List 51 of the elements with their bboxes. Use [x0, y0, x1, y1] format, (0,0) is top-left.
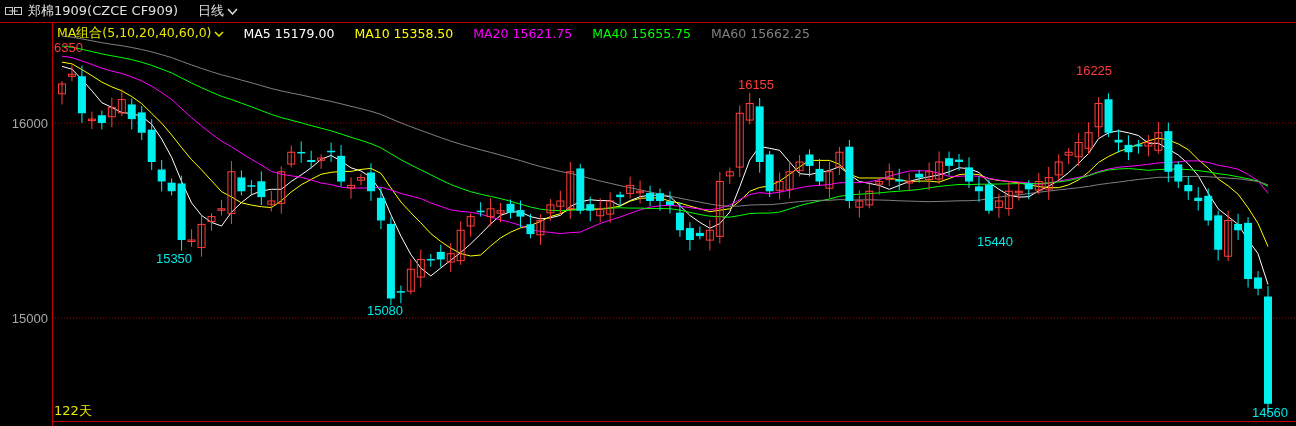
- candlestick: [297, 140, 306, 164]
- candlestick: [536, 213, 545, 246]
- candlestick: [905, 172, 914, 192]
- chevron-down-icon[interactable]: [227, 7, 238, 15]
- candlestick: [984, 179, 993, 215]
- candlestick: [1184, 175, 1193, 201]
- candlestick: [805, 148, 814, 178]
- candlestick: [317, 153, 326, 170]
- candlestick: [1094, 96, 1103, 138]
- ma-group-dropdown[interactable]: MA组合(5,10,20,40,60,0): [57, 25, 212, 42]
- contract-title: 郑棉1909(CZCE CF909): [28, 2, 178, 20]
- candlestick: [1024, 179, 1033, 200]
- moving-average-value: MA10 15358.50: [354, 26, 454, 41]
- moving-average-value: MA40 15655.75: [592, 26, 691, 41]
- candlestick: [117, 88, 126, 117]
- candlestick: [974, 176, 983, 203]
- price-extreme-label: 16155: [737, 77, 775, 92]
- candlestick: [825, 161, 834, 199]
- candlestick: [815, 158, 824, 187]
- y-axis-label: 15000: [11, 311, 48, 326]
- y-axis-label: 16000: [11, 116, 48, 131]
- moving-average-value: MA60 15662.25: [711, 26, 810, 41]
- price-extreme-label: 15440: [976, 234, 1014, 249]
- period-dropdown[interactable]: 日线: [198, 2, 224, 20]
- candlestick: [935, 151, 944, 185]
- candlestick: [516, 200, 525, 228]
- candlestick: [307, 150, 316, 170]
- candlestick: [526, 213, 535, 239]
- moving-average-value: MA5 15179.00: [243, 26, 335, 41]
- moving-average-value: MA20 15621.75: [473, 26, 573, 41]
- candlestick: [945, 151, 954, 176]
- candlestick: [636, 180, 645, 204]
- candlestick: [994, 193, 1003, 219]
- candlestick: [596, 197, 605, 223]
- price-extreme-label: 15350: [155, 251, 193, 266]
- candlestick: [127, 98, 136, 130]
- candlestick: [1084, 121, 1093, 155]
- candlestick: [626, 176, 635, 199]
- candlestick: [506, 199, 515, 219]
- candlestick: [895, 168, 904, 191]
- candlestick: [496, 202, 505, 223]
- price-extreme-label: 16225: [1075, 63, 1113, 78]
- link-icon: [5, 7, 22, 15]
- candlestick: [885, 163, 894, 187]
- candlestick: [646, 185, 655, 207]
- price-extreme-label: 15080: [366, 303, 404, 318]
- candlestick: [1214, 210, 1223, 261]
- candlestick: [546, 198, 555, 222]
- chevron-down-icon[interactable]: [213, 30, 224, 37]
- day-count-label: 122天: [54, 403, 92, 418]
- price-extreme-label: 14560: [1251, 405, 1289, 420]
